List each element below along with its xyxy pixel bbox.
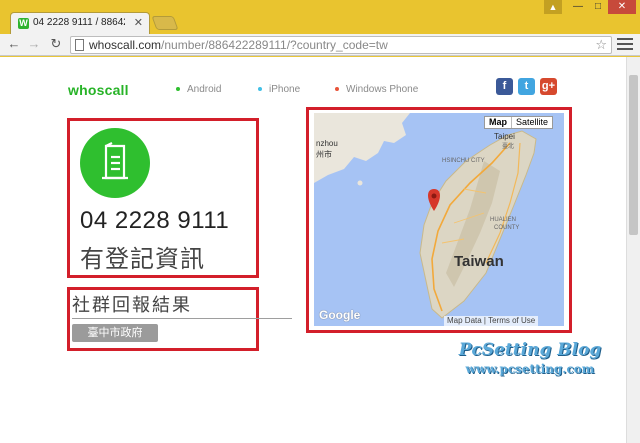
label-taipei: Taipei — [494, 132, 515, 141]
facebook-icon[interactable]: f — [496, 78, 513, 95]
url-host: whoscall.com — [89, 38, 162, 52]
map-type-toggle[interactable]: Map Satellite — [484, 116, 554, 129]
google-plus-icon[interactable]: g+ — [540, 78, 557, 95]
browser-toolbar: ← → ↻ whoscall.com/number/886422289111/?… — [0, 34, 640, 56]
report-tag[interactable]: 臺中市政府 — [72, 324, 158, 342]
label-hsinchu: HSINCHU CITY — [442, 158, 485, 164]
map-type-satellite[interactable]: Satellite — [511, 117, 552, 128]
forward-arrow-icon[interactable]: → — [26, 36, 42, 52]
window-titlebar: W 04 2228 9111 / 886422 ✕ ▲ — □ ✕ — [0, 0, 640, 34]
address-bar[interactable]: whoscall.com/number/886422289111/?countr… — [70, 36, 612, 54]
browser-tab[interactable]: W 04 2228 9111 / 886422 ✕ — [10, 12, 150, 34]
nav-android-label: Android — [187, 84, 222, 95]
terms-of-use-link[interactable]: Terms of Use — [488, 316, 535, 325]
whoscall-logo[interactable]: whoscall — [68, 82, 129, 98]
tab-title: 04 2228 9111 / 886422 — [33, 17, 125, 28]
map-widget[interactable]: Map Satellite Taipei 臺北 nzhou 州市 HSINCHU… — [314, 113, 564, 326]
mainland-land — [314, 113, 410, 183]
twitter-icon[interactable]: t — [518, 78, 535, 95]
minimize-button[interactable]: — — [568, 0, 588, 14]
map-canvas — [314, 113, 537, 319]
label-fuzhou-a: nzhou — [316, 139, 338, 148]
new-tab-button[interactable] — [151, 16, 179, 30]
reload-icon[interactable]: ↻ — [48, 36, 64, 52]
nav-android[interactable]: Android — [176, 84, 221, 95]
whoscall-favicon-icon: W — [18, 18, 29, 29]
url-path: /number/886422289111/?country_code=tw — [161, 38, 388, 52]
note-glyph-icon — [102, 142, 128, 180]
scroll-thumb[interactable] — [629, 75, 638, 235]
watermark: PcSetting Blog www.pcsetting.com — [440, 340, 620, 376]
chrome-menu-icon[interactable] — [617, 38, 633, 52]
nav-iphone-label: iPhone — [269, 84, 301, 95]
nav-windows-phone-label: Windows Phone — [346, 84, 419, 95]
page-scrollbar[interactable] — [626, 57, 640, 443]
island — [357, 180, 363, 186]
label-hualien-county: COUNTY — [494, 225, 520, 231]
nav-windows-phone[interactable]: Windows Phone — [335, 84, 418, 95]
watermark-title: PcSetting Blog — [458, 340, 602, 360]
user-icon[interactable]: ▲ — [544, 0, 562, 14]
label-taipei-zh: 臺北 — [502, 144, 515, 150]
tab-close-icon[interactable]: ✕ — [134, 16, 143, 29]
label-taiwan: Taiwan — [454, 253, 504, 270]
page-icon — [75, 39, 84, 51]
note-icon — [80, 128, 150, 198]
back-arrow-icon[interactable]: ← — [6, 36, 22, 52]
community-report-title: 社群回報結果 — [72, 295, 192, 315]
label-hualien: HUALIEN — [490, 217, 517, 223]
blue-dot-icon — [258, 87, 262, 92]
divider — [72, 318, 292, 319]
label-fuzhou-b: 州市 — [316, 150, 332, 159]
maximize-button[interactable]: □ — [588, 0, 608, 14]
green-dot-icon — [176, 87, 180, 92]
registration-status: 有登記資訊 — [80, 246, 205, 273]
watermark-url: www.pcsetting.com — [465, 362, 595, 376]
map-footer: Map Data | Terms of Use — [444, 316, 539, 326]
close-window-button[interactable]: ✕ — [608, 0, 636, 14]
nav-iphone[interactable]: iPhone — [258, 84, 300, 95]
bookmark-star-icon[interactable]: ☆ — [595, 37, 607, 53]
google-logo[interactable]: Google — [319, 308, 360, 322]
map-type-map[interactable]: Map — [485, 117, 511, 128]
red-dot-icon — [335, 87, 339, 92]
map-data-link[interactable]: Map Data — [447, 316, 482, 325]
phone-number: 04 2228 9111 — [80, 207, 230, 234]
url-text[interactable]: whoscall.com/number/886422289111/?countr… — [89, 38, 388, 52]
